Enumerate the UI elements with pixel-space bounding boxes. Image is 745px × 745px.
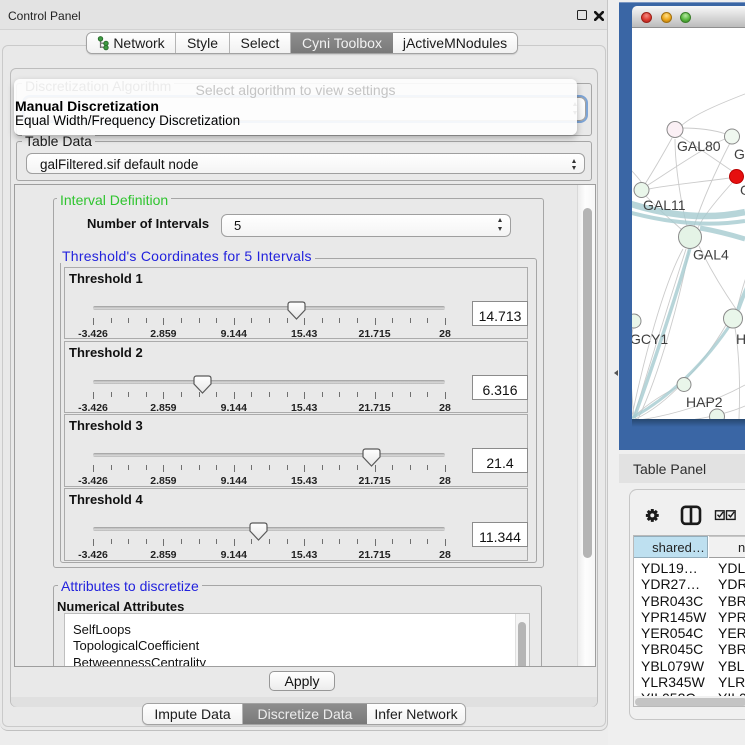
svg-text:HAP2: HAP2 xyxy=(686,394,723,410)
svg-text:GCY1: GCY1 xyxy=(632,331,668,347)
svg-text:GAL80: GAL80 xyxy=(677,138,721,154)
svg-text:GA: GA xyxy=(740,182,745,198)
svg-text:GAL11: GAL11 xyxy=(643,197,686,213)
svg-text:H: H xyxy=(736,331,745,347)
svg-text:GAL4: GAL4 xyxy=(693,247,729,263)
svg-text:GA: GA xyxy=(734,146,745,162)
